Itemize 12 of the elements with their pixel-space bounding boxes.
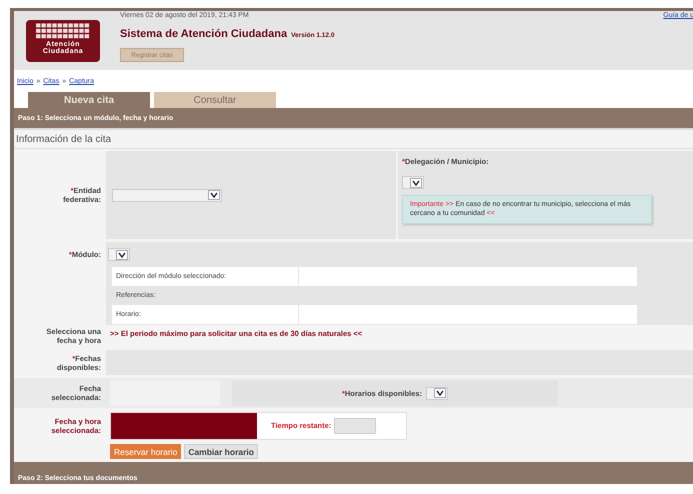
section-title: Información de la cita [16,134,112,144]
timer-field [334,418,376,434]
app-title: Sistema de Atención Ciudadana [120,28,288,40]
keyboard-icon [36,23,90,40]
municipality-dropdown[interactable] [402,176,424,189]
time-dropdown[interactable] [426,386,448,400]
change-button[interactable]: Cambiar horario [184,444,258,459]
caret-icon [410,178,422,188]
caret-icon [208,190,220,200]
module-dropdown[interactable] [108,248,130,261]
caret-icon [116,250,128,260]
caret-icon [434,388,446,398]
